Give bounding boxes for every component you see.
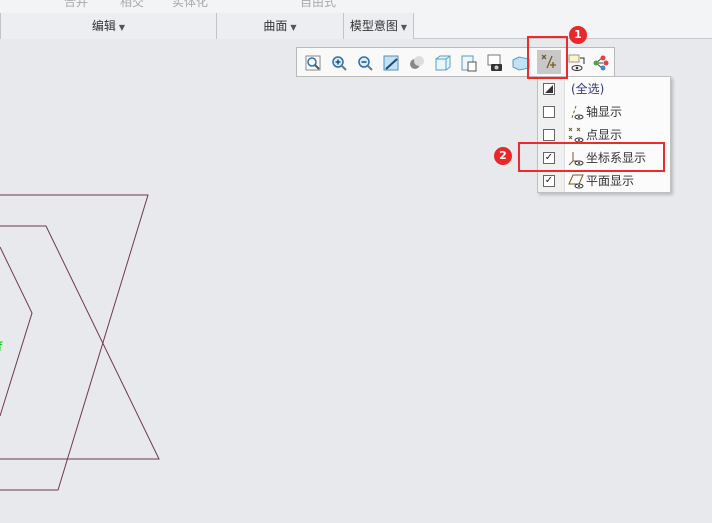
display-style-icon[interactable] bbox=[407, 53, 427, 73]
partial-checkbox-icon[interactable] bbox=[543, 82, 555, 95]
sketch-curve bbox=[0, 225, 160, 460]
zoom-in-icon[interactable] bbox=[329, 53, 349, 73]
spin-center-icon[interactable] bbox=[591, 53, 611, 73]
menu-item-plane-display[interactable]: ✓ 平面显示 bbox=[538, 169, 670, 192]
appearance-icon[interactable] bbox=[485, 53, 505, 73]
sketch-curve bbox=[0, 194, 149, 491]
checkbox-checked[interactable]: ✓ bbox=[543, 174, 555, 187]
menu-item-label: 轴显示 bbox=[586, 105, 623, 119]
annotation-display-icon[interactable] bbox=[567, 53, 587, 73]
menu-item-label: 点显示 bbox=[586, 128, 623, 142]
checkbox[interactable] bbox=[543, 105, 555, 118]
menu-item-label: (全选) bbox=[571, 82, 605, 96]
checkbox[interactable] bbox=[543, 128, 555, 141]
highlight-box-csys-display bbox=[518, 142, 665, 172]
datum-display-menu: (全选) 轴显示 点显示 ✓ 坐标系显示 ✓ 平面显示 bbox=[537, 76, 671, 193]
step-badge-2: 2 bbox=[494, 147, 512, 165]
axis-eye-icon bbox=[571, 105, 584, 119]
zoom-fit-icon[interactable] bbox=[303, 53, 323, 73]
highlight-box-datum-filter bbox=[527, 36, 568, 79]
sketch-curve bbox=[0, 246, 33, 417]
step-badge-1: 1 bbox=[569, 26, 587, 44]
zoom-out-icon[interactable] bbox=[355, 53, 375, 73]
menu-item-axis-display[interactable]: 轴显示 bbox=[538, 100, 670, 123]
point-eye-icon bbox=[568, 127, 584, 142]
model-label: f bbox=[0, 340, 3, 354]
view-manager-icon[interactable] bbox=[459, 53, 479, 73]
menu-item-select-all[interactable]: (全选) bbox=[538, 77, 670, 100]
plane-eye-icon bbox=[568, 174, 584, 188]
saved-orientations-icon[interactable] bbox=[433, 53, 453, 73]
repaint-icon[interactable] bbox=[381, 53, 401, 73]
menu-item-label: 平面显示 bbox=[586, 174, 635, 188]
